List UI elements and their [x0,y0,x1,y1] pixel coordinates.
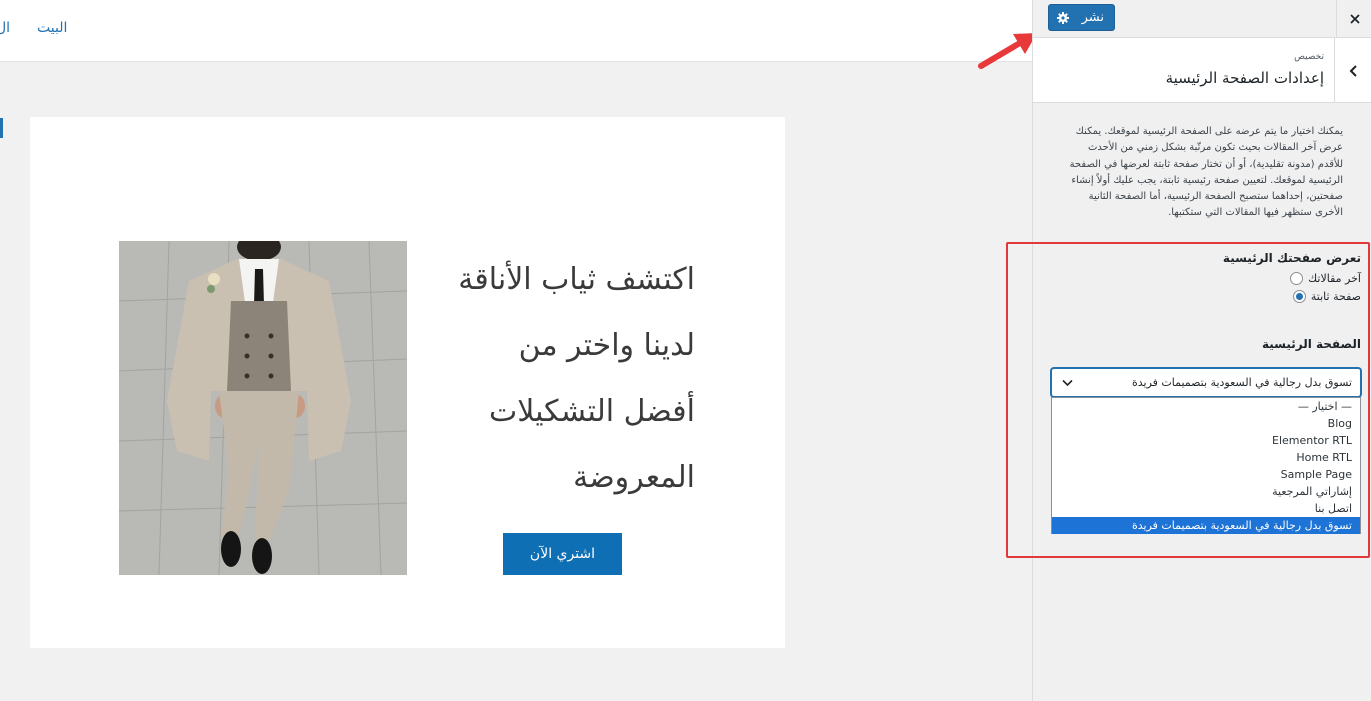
section-header: تخصيص إعدادات الصفحة الرئيسية [1033,38,1371,103]
hero-heading-line: أفضل التشكيلات [488,394,695,429]
section-description: يمكنك اختيار ما يتم عرضه على الصفحة الرئ… [1069,126,1343,219]
buy-now-button[interactable]: اشتري الآن [503,533,622,575]
section-title: إعدادات الصفحة الرئيسية [1165,69,1324,87]
hero-heading-line: لدينا واختر من [518,328,695,363]
publish-button[interactable]: نشر [1048,4,1115,31]
edit-shortcut-bar[interactable] [0,118,3,138]
hero-heading-line: المعروضة [573,460,695,495]
chevron-left-icon [1349,64,1357,77]
annotation-highlight-box [1006,242,1370,558]
site-header: ال البيت [0,0,1032,62]
nav-link-truncated[interactable]: ال [0,20,10,36]
hero-section: اكتشف ثياب الأناقة لدينا واختر من أفضل ا… [30,117,785,648]
nav-link-home[interactable]: البيت [37,20,67,36]
customizer-topbar: نشر [1033,0,1371,38]
gear-icon[interactable] [1057,11,1069,24]
close-icon [1349,14,1360,24]
publish-label: نشر [1081,10,1104,25]
close-customizer-button[interactable] [1336,0,1371,38]
hero-heading: اكتشف ثياب الأناقة لدينا واختر من أفضل ا… [430,247,695,511]
breadcrumb: تخصيص [1294,52,1324,62]
site-preview: ال البيت اكتشف ثياب الأناقة لدينا واختر … [0,0,1032,701]
hero-heading-line: اكتشف ثياب الأناقة [458,262,695,297]
back-button[interactable] [1334,38,1371,103]
hero-image [119,241,407,575]
arrow-icon [978,33,1032,69]
